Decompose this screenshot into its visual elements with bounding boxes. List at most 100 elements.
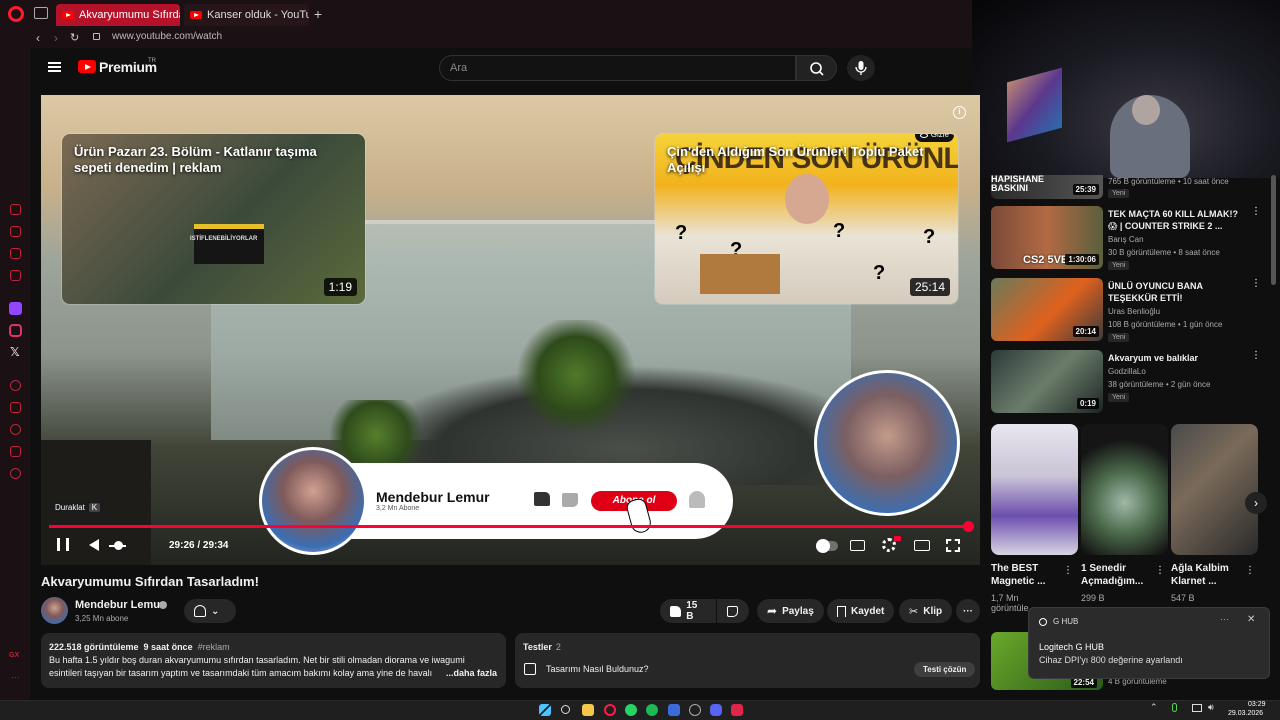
channel-avatar[interactable] xyxy=(41,597,68,624)
subscribed-button[interactable]: ⌄ xyxy=(184,599,236,623)
discord-icon[interactable] xyxy=(710,704,722,716)
more-vertical-icon[interactable]: ⋮ xyxy=(1251,351,1261,365)
volume-icon[interactable] xyxy=(89,539,99,551)
short-video[interactable] xyxy=(1171,424,1258,555)
subscribe-card-avatar[interactable] xyxy=(259,447,367,555)
forward-icon[interactable]: › xyxy=(54,31,58,45)
more-vertical-icon[interactable]: ⋮ xyxy=(1063,565,1073,576)
share-button[interactable]: ➦ Paylaş xyxy=(757,599,824,623)
sidebar-app-icon[interactable] xyxy=(10,248,21,259)
search-icon[interactable] xyxy=(561,705,570,714)
reload-icon[interactable]: ↻ xyxy=(70,31,79,44)
quiz-question[interactable]: Tasarımı Nasıl Buldunuz? xyxy=(546,664,649,674)
tab-active[interactable]: Akvaryumumu Sıfırdan xyxy=(56,4,180,26)
related-thumb-text: HAPİSHANE BASKINI xyxy=(991,175,1045,193)
related-video[interactable]: HAPİSHANE BASKINI 25:39 765 B görüntülem… xyxy=(991,175,1261,199)
back-icon[interactable]: ‹ xyxy=(36,31,40,45)
short-video[interactable] xyxy=(991,424,1078,555)
webcam-monitor xyxy=(1007,67,1062,143)
volume-knob[interactable] xyxy=(114,541,123,550)
tab-inactive[interactable]: Kanser olduk - YouTube xyxy=(184,4,309,26)
tray-chevron-icon[interactable]: ⌃ xyxy=(1150,702,1158,713)
hide-button[interactable]: Gizle xyxy=(914,134,954,142)
new-badge: Yeni xyxy=(1108,333,1130,342)
more-vertical-icon[interactable]: ⋮ xyxy=(1251,279,1261,293)
bell-icon[interactable] xyxy=(689,491,705,508)
instagram-icon[interactable] xyxy=(9,324,22,337)
shorts-next-button[interactable]: › xyxy=(1245,492,1267,514)
related-channel[interactable]: Barış Can xyxy=(1108,235,1144,244)
app-icon[interactable] xyxy=(668,704,680,716)
sidebar-extensions-icon[interactable] xyxy=(10,446,21,457)
sidebar-more-icon[interactable]: ··· xyxy=(11,672,20,682)
sidebar-aria-icon[interactable] xyxy=(10,204,21,215)
hashtag-link[interactable]: #reklam xyxy=(198,642,230,652)
channel-end-card[interactable] xyxy=(814,370,960,516)
app-icon[interactable] xyxy=(689,704,701,716)
short-video[interactable] xyxy=(1081,424,1168,555)
opera-logo-icon[interactable] xyxy=(8,6,24,22)
toast-notification[interactable]: G HUB ··· ✕ Logitech G HUB Cihaz DPI'yı … xyxy=(1028,607,1270,679)
microphone-tray-icon[interactable] xyxy=(1172,703,1177,712)
more-vertical-icon[interactable]: ⋮ xyxy=(1155,565,1165,576)
dislike-button[interactable] xyxy=(717,599,749,623)
more-vertical-icon[interactable]: ⋮ xyxy=(1251,207,1261,221)
sidebar-app-icon[interactable] xyxy=(10,270,21,281)
description-box[interactable]: 222.518 görüntüleme 9 saat önce #reklam … xyxy=(41,633,506,688)
network-icon[interactable] xyxy=(1192,704,1202,712)
progress-bar[interactable] xyxy=(49,521,975,532)
new-tab-icon[interactable]: + xyxy=(312,7,324,21)
toast-more-icon[interactable]: ··· xyxy=(1220,614,1229,624)
youtube-logo-icon[interactable] xyxy=(78,60,96,73)
sidebar-pin-icon[interactable] xyxy=(10,402,21,413)
related-channel[interactable]: GodzillaLo xyxy=(1108,367,1146,376)
toast-close-icon[interactable]: ✕ xyxy=(1247,614,1255,625)
search-button[interactable] xyxy=(796,55,837,81)
x-twitter-icon[interactable]: 𝕏 xyxy=(10,345,20,359)
clip-button[interactable]: ✂ Klip xyxy=(899,599,953,623)
clock-date[interactable]: 29.03.2026 xyxy=(1228,710,1263,717)
scrollbar-thumb[interactable] xyxy=(1271,175,1276,285)
more-actions-button[interactable]: ··· xyxy=(956,599,980,623)
like-button[interactable]: 15 B xyxy=(660,599,716,623)
time-display: 29:26 / 29:34 xyxy=(169,540,229,551)
dislike-icon[interactable] xyxy=(562,493,578,507)
sidebar-app-icon[interactable] xyxy=(10,226,21,237)
show-more-link[interactable]: ...daha fazla xyxy=(446,668,497,678)
subtitles-icon[interactable] xyxy=(850,540,865,551)
related-video[interactable]: CS2 5VE 1:30:06 TEK MAÇTA 60 KILL ALMAK!… xyxy=(991,206,1261,272)
whatsapp-icon[interactable] xyxy=(625,704,637,716)
sidebar-history-icon[interactable] xyxy=(10,424,21,435)
spotify-icon[interactable] xyxy=(646,704,658,716)
windows-start-icon[interactable] xyxy=(539,704,551,716)
end-card-video-left[interactable]: ISTİFLENEBİLİYORLAR Ürün Pazarı 23. Bölü… xyxy=(62,134,365,304)
opera-gx-taskbar-icon[interactable] xyxy=(604,704,616,716)
chevron-down-icon: ⌄ xyxy=(211,605,220,617)
save-button[interactable]: Kaydet xyxy=(827,599,895,623)
related-video[interactable]: 20:14 ÜNLÜ OYUNCU BANA TEŞEKKÜR ETTİ! Ur… xyxy=(991,278,1261,344)
fullscreen-icon[interactable] xyxy=(946,539,960,552)
video-player[interactable]: ISTİFLENEBİLİYORLAR Ürün Pazarı 23. Bölü… xyxy=(41,95,980,565)
miniplayer-icon[interactable] xyxy=(914,540,930,551)
sidebar-player-icon[interactable] xyxy=(10,380,21,391)
tab-island-icon[interactable] xyxy=(34,7,48,19)
volume-tray-icon[interactable]: 🔊︎ xyxy=(1208,702,1214,713)
related-channel[interactable]: Uras Benlioğlu xyxy=(1108,307,1160,316)
url-text[interactable]: www.youtube.com/watch xyxy=(112,31,222,42)
info-icon[interactable]: i xyxy=(953,106,966,119)
channel-name[interactable]: Mendebur Lemur xyxy=(75,599,164,611)
sidebar-settings-icon[interactable] xyxy=(10,468,21,479)
more-vertical-icon[interactable]: ⋮ xyxy=(1245,565,1255,576)
file-explorer-icon[interactable] xyxy=(582,704,594,716)
search-input[interactable]: Ara xyxy=(439,55,796,81)
voice-search-button[interactable] xyxy=(847,55,875,81)
hamburger-menu-icon[interactable] xyxy=(48,62,61,72)
app-icon[interactable] xyxy=(731,704,743,716)
take-quiz-button[interactable]: Testi çözün xyxy=(914,662,976,677)
clock-time[interactable]: 03:29 xyxy=(1248,701,1266,708)
related-video[interactable]: 0:19 Akvaryum ve balıklar GodzillaLo 38 … xyxy=(991,350,1261,416)
pause-button[interactable] xyxy=(57,538,69,551)
end-card-video-right[interactable]: ÇİNDEN SON ÜRÜNLER ? ? ? ? ? Gizle Çin'd… xyxy=(655,134,958,304)
like-icon[interactable] xyxy=(534,492,550,506)
twitch-icon[interactable] xyxy=(9,302,22,315)
